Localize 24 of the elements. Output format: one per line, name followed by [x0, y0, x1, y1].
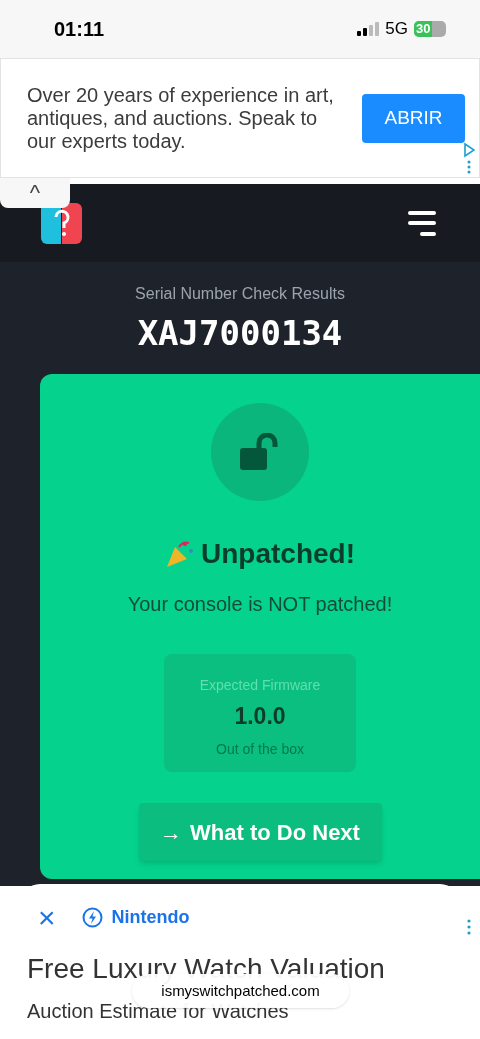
ad-choices-icon[interactable]	[463, 142, 475, 174]
firmware-version: 1.0.0	[234, 702, 286, 731]
results-subtitle: Serial Number Check Results	[135, 284, 345, 304]
firmware-note: Out of the box	[216, 739, 304, 759]
collapse-tab[interactable]: ^	[0, 178, 70, 208]
party-popper-icon	[165, 539, 195, 569]
logo-icon[interactable]	[41, 202, 82, 244]
menu-icon[interactable]	[408, 210, 436, 236]
lightning-icon	[81, 907, 103, 928]
close-button[interactable]: ×	[38, 905, 56, 930]
advertiser-name[interactable]: Nintendo	[111, 904, 190, 931]
ad-text: Over 20 years of experience in art, antiques, and auctions. Speak to our experts today.	[27, 83, 335, 153]
open-button[interactable]: ABRIR	[362, 93, 465, 143]
battery-indicator: 30	[414, 21, 446, 37]
more-options-icon[interactable]	[467, 919, 471, 935]
status-title: Unpatched!	[201, 537, 355, 571]
status-message: Your console is NOT patched!	[127, 592, 393, 617]
serial-number: XAJ7000134	[137, 312, 343, 355]
signal-icon	[357, 22, 380, 36]
unlocked-padlock-icon	[240, 433, 280, 471]
status-time: 01:11	[54, 17, 105, 42]
network-label: 5G	[385, 18, 408, 41]
firmware-label: Expected Firmware	[199, 676, 321, 695]
next-steps-button[interactable]: → What to Do Next	[138, 803, 382, 861]
